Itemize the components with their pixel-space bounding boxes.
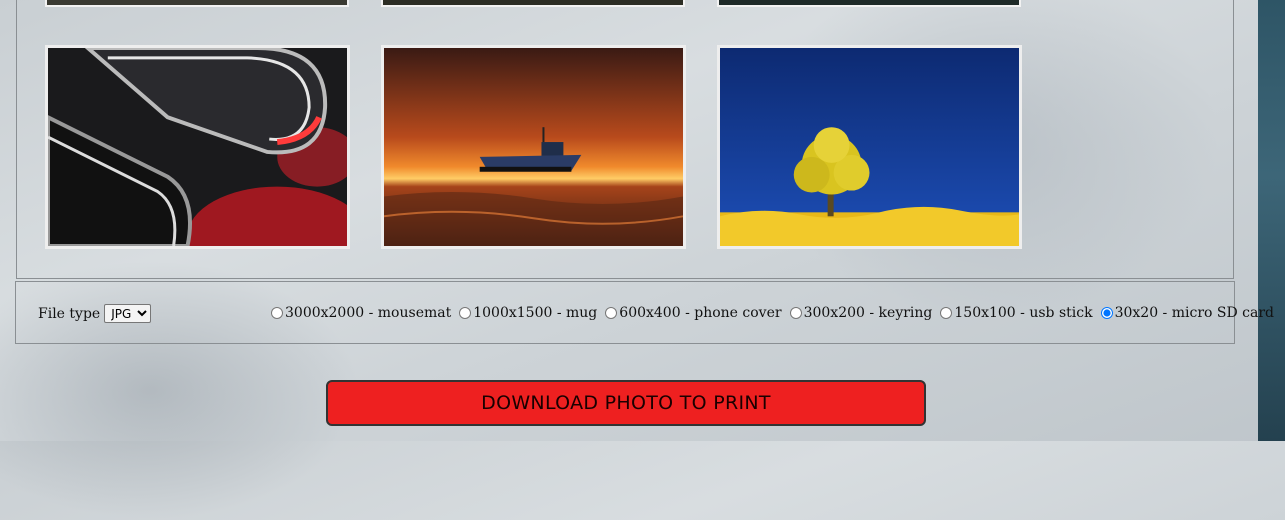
size-label: 150x100 - usb stick (954, 305, 1093, 321)
size-options: 3000x2000 - mousemat 1000x1500 - mug 600… (271, 305, 1282, 321)
abstract-image (48, 48, 347, 246)
size-radio[interactable] (789, 307, 802, 319)
photo-thumbnail[interactable] (717, 0, 1021, 7)
size-option-mug[interactable]: 1000x1500 - mug (459, 305, 597, 321)
size-label: 300x200 - keyring (803, 305, 933, 321)
size-option-mousemat[interactable]: 3000x2000 - mousemat (271, 305, 451, 321)
size-label: 3000x2000 - mousemat (285, 305, 452, 321)
size-option-micro-sd[interactable]: 30x20 - micro SD card (1100, 305, 1275, 321)
size-radio[interactable] (940, 307, 953, 319)
size-radio[interactable] (1100, 307, 1113, 319)
size-label: 1000x1500 - mug (473, 305, 598, 321)
photo-thumbnail-abstract[interactable] (45, 45, 350, 249)
size-option-usb-stick[interactable]: 150x100 - usb stick (940, 305, 1093, 321)
size-label: 600x400 - phone cover (619, 305, 782, 321)
photo-thumbnail-yellow-tree[interactable] (717, 45, 1022, 249)
size-radio[interactable] (271, 307, 283, 319)
size-option-phone-cover[interactable]: 600x400 - phone cover (605, 305, 782, 321)
file-type-label: File type (38, 305, 101, 322)
file-type-group: File type JPG (38, 304, 152, 323)
yellow-tree-image (720, 48, 1019, 246)
size-radio[interactable] (605, 307, 618, 319)
download-button[interactable]: DOWNLOAD PHOTO TO PRINT (326, 380, 926, 426)
sunset-boat-image (384, 48, 683, 246)
size-label: 30x20 - micro SD card (1114, 305, 1275, 321)
photo-thumbnail-sunset-boat[interactable] (381, 45, 686, 249)
photo-thumbnail[interactable] (381, 0, 685, 7)
print-options-panel: File type JPG 3000x2000 - mousemat 1000x… (15, 281, 1274, 344)
size-radio[interactable] (459, 307, 472, 319)
photo-thumbnail[interactable] (45, 0, 349, 7)
page-edge-strip (1258, 0, 1285, 441)
file-type-select[interactable]: JPG (104, 304, 152, 323)
size-option-keyring[interactable]: 300x200 - keyring (789, 305, 933, 321)
